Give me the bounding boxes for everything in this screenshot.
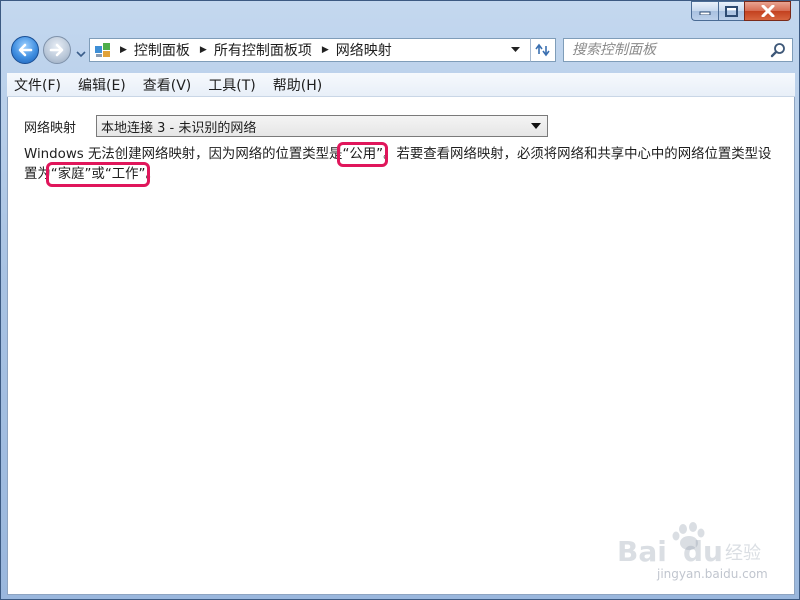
breadcrumb-control-panel[interactable]: 控制面板 bbox=[134, 40, 190, 60]
maximize-icon bbox=[725, 5, 738, 17]
watermark-url: jingyan.baidu.com bbox=[657, 567, 768, 581]
svg-text:经验: 经验 bbox=[725, 543, 761, 564]
highlight-public: “公用” bbox=[337, 142, 389, 167]
svg-text:Bai: Bai bbox=[617, 535, 667, 568]
minimize-icon bbox=[699, 11, 711, 15]
breadcrumb-network-map[interactable]: 网络映射 bbox=[336, 40, 392, 60]
network-select[interactable]: 本地连接 3 - 未识别的网络 bbox=[96, 115, 548, 137]
maximize-button[interactable] bbox=[718, 1, 744, 21]
search-box[interactable] bbox=[563, 38, 793, 62]
breadcrumb-separator-icon: ▶ bbox=[199, 45, 207, 55]
close-icon bbox=[761, 5, 774, 17]
back-button[interactable] bbox=[11, 36, 39, 64]
message-part: Windows 无法创建网络映射，因为网络的位置类型是 bbox=[24, 147, 343, 162]
close-button[interactable] bbox=[744, 1, 791, 21]
chevron-down-icon bbox=[76, 51, 86, 58]
recent-pages-dropdown[interactable] bbox=[75, 45, 87, 58]
explorer-window: ▶ 控制面板 ▶ 所有控制面板项 ▶ 网络映射 文件(F) 编辑( bbox=[0, 0, 800, 600]
highlight-home-or-work: “家庭”或“工作” bbox=[45, 162, 151, 187]
address-dropdown-button[interactable] bbox=[503, 39, 527, 61]
breadcrumb-all-items[interactable]: 所有控制面板项 bbox=[214, 40, 312, 60]
address-bar[interactable]: ▶ 控制面板 ▶ 所有控制面板项 ▶ 网络映射 bbox=[89, 38, 554, 62]
menu-tools[interactable]: 工具(T) bbox=[201, 75, 262, 95]
network-select-row: 网络映射 本地连接 3 - 未识别的网络 bbox=[24, 115, 548, 137]
minimize-button[interactable] bbox=[691, 1, 718, 21]
menu-bar: 文件(F) 编辑(E) 查看(V) 工具(T) 帮助(H) bbox=[7, 73, 795, 97]
search-input[interactable] bbox=[572, 41, 762, 59]
message-part: 。 bbox=[145, 167, 159, 182]
breadcrumb-separator-icon: ▶ bbox=[120, 45, 127, 55]
menu-file[interactable]: 文件(F) bbox=[7, 75, 68, 95]
svg-text:du: du bbox=[683, 535, 723, 568]
breadcrumb-separator-icon: ▶ bbox=[321, 45, 329, 55]
network-select-value: 本地连接 3 - 未识别的网络 bbox=[101, 120, 257, 136]
refresh-icon bbox=[535, 43, 550, 57]
navigation-bar: ▶ 控制面板 ▶ 所有控制面板项 ▶ 网络映射 bbox=[1, 31, 800, 71]
search-icon[interactable] bbox=[770, 42, 786, 58]
caption-buttons bbox=[691, 1, 791, 23]
forward-arrow-icon bbox=[49, 43, 64, 57]
error-message: Windows 无法创建网络映射，因为网络的位置类型是“公用”。若要查看网络映射… bbox=[24, 142, 784, 187]
dropdown-icon bbox=[531, 123, 541, 129]
menu-edit[interactable]: 编辑(E) bbox=[71, 75, 133, 95]
baidu-watermark-logo: Bai du 经验 bbox=[617, 522, 761, 568]
refresh-button[interactable] bbox=[530, 38, 556, 62]
menu-view[interactable]: 查看(V) bbox=[136, 75, 199, 95]
control-panel-icon bbox=[90, 42, 116, 58]
dropdown-icon bbox=[510, 47, 520, 52]
network-map-label: 网络映射 bbox=[24, 120, 77, 136]
back-arrow-icon bbox=[18, 43, 33, 57]
menu-help[interactable]: 帮助(H) bbox=[266, 75, 329, 95]
forward-button[interactable] bbox=[43, 36, 71, 64]
